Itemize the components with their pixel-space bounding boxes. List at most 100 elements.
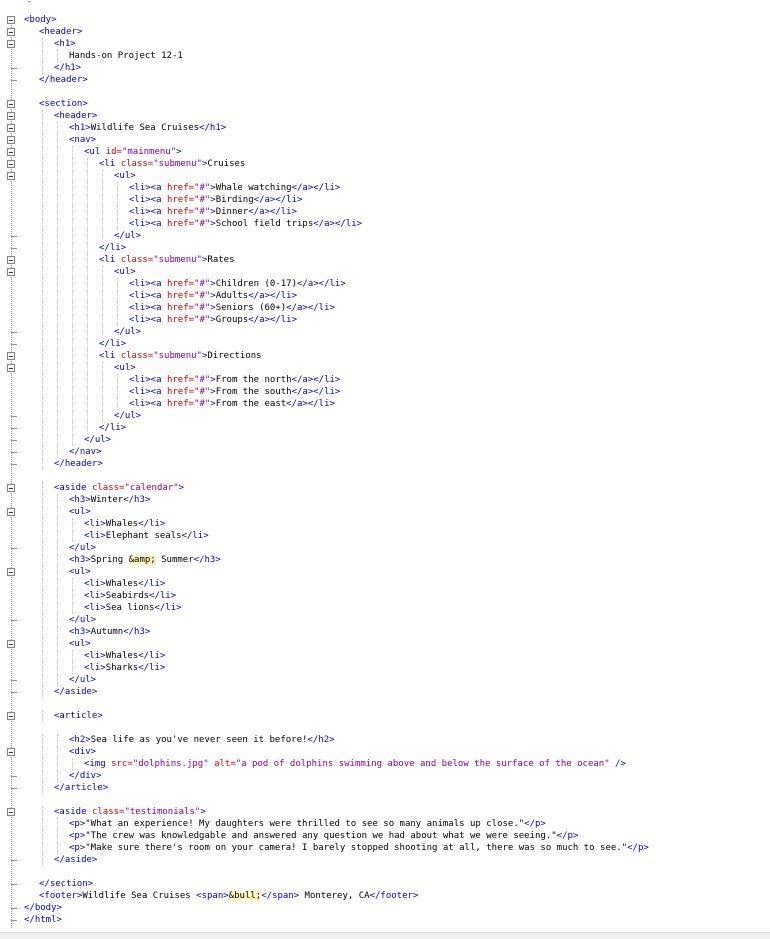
fold-toggle-icon[interactable] (7, 640, 15, 648)
code-line[interactable]: </ul> (69, 614, 96, 626)
code-line[interactable]: <li><a href="#">From the east</a></li> (129, 398, 335, 410)
indent-guide (117, 182, 118, 194)
code-line[interactable]: <p>"Make sure there's room on your camer… (69, 842, 649, 854)
code-line[interactable]: <li class="submenu">Rates (99, 254, 235, 266)
code-line[interactable]: <article> (54, 710, 103, 722)
code-line[interactable]: </ul> (84, 434, 111, 446)
fold-toggle-icon[interactable] (7, 40, 15, 48)
code-token: </a></li> (286, 303, 335, 313)
fold-toggle-icon[interactable] (7, 16, 15, 24)
fold-toggle-icon[interactable] (7, 148, 15, 156)
code-line[interactable]: <ul> (114, 362, 136, 374)
code-line[interactable]: <header> (39, 26, 82, 38)
code-line[interactable]: </nav> (69, 446, 102, 458)
code-line[interactable]: </h1> (54, 62, 81, 74)
code-line[interactable]: </section> (39, 878, 93, 890)
code-line[interactable]: </header> (39, 74, 88, 86)
code-line[interactable]: <aside class="testimonials"> (54, 806, 206, 818)
code-line[interactable]: <li>Seabirds</li> (84, 590, 176, 602)
fold-toggle-icon[interactable] (7, 364, 15, 372)
fold-toggle-icon[interactable] (7, 808, 15, 816)
code-line[interactable]: </body> (24, 902, 62, 914)
code-line[interactable]: <li><a href="#">From the south</a></li> (129, 386, 340, 398)
code-line[interactable]: </html> (24, 914, 62, 926)
code-line[interactable]: <div> (69, 746, 96, 758)
code-line[interactable]: <li>Whales</li> (84, 650, 165, 662)
indent-guide (72, 206, 73, 218)
indent-guide (57, 446, 58, 458)
fold-toggle-icon[interactable] (7, 748, 15, 756)
fold-toggle-icon[interactable] (7, 160, 15, 168)
code-line[interactable]: <h3>Spring &amp; Summer</h3> (69, 554, 221, 566)
code-line[interactable]: <li><a href="#">School field trips</a></… (129, 218, 362, 230)
code-line[interactable]: </ul> (69, 542, 96, 554)
code-line[interactable]: </aside> (54, 854, 97, 866)
code-line[interactable]: <p>"What an experience! My daughters wer… (69, 818, 546, 830)
code-line[interactable]: <aside class="calendar"> (54, 482, 184, 494)
fold-toggle-icon[interactable] (7, 712, 15, 720)
code-line[interactable]: </article> (54, 782, 108, 794)
code-line[interactable]: </li> (99, 422, 126, 434)
code-line[interactable]: <img src="dolphins.jpg" alt="a pod of do… (84, 758, 626, 770)
fold-toggle-icon[interactable] (7, 136, 15, 144)
code-line[interactable]: <li class="submenu">Cruises (99, 158, 245, 170)
fold-toggle-icon[interactable] (7, 268, 15, 276)
code-line[interactable]: <section> (39, 98, 88, 110)
code-line[interactable]: <ul> (69, 638, 91, 650)
code-token: "The crew was knowledgable and answered … (85, 831, 557, 841)
code-line[interactable]: <h2>Sea life as you've never seen it bef… (69, 734, 335, 746)
code-line[interactable]: <li><a href="#">Adults</a></li> (129, 290, 297, 302)
code-line[interactable]: </div> (69, 770, 102, 782)
fold-toggle-icon[interactable] (7, 352, 15, 360)
code-line[interactable]: <body> (24, 14, 57, 26)
code-line[interactable]: <li>Elephant seals</li> (84, 530, 209, 542)
indent-guide (87, 182, 88, 194)
code-editor[interactable]: - <body> <header> <h1> Hands-on Project 12-… (0, 0, 770, 939)
code-line[interactable]: </ul> (114, 410, 141, 422)
fold-toggle-icon[interactable] (7, 508, 15, 516)
code-line[interactable]: </header> (54, 458, 103, 470)
code-line[interactable]: <li><a href="#">Children (0-17)</a></li> (129, 278, 346, 290)
code-line[interactable]: <p>"The crew was knowledgable and answer… (69, 830, 578, 842)
code-token: <div> (69, 747, 97, 757)
code-line[interactable]: </ul> (114, 326, 141, 338)
code-line[interactable]: <h1> (54, 38, 76, 50)
code-line[interactable]: <li>Sharks</li> (84, 662, 165, 674)
code-line[interactable]: <footer>Wildlife Sea Cruises <span>&bull… (39, 890, 418, 902)
code-line[interactable]: <li>Whales</li> (84, 578, 165, 590)
code-line[interactable]: <li><a href="#">Groups</a></li> (129, 314, 297, 326)
code-line[interactable]: <h1>Wildlife Sea Cruises</h1> (69, 122, 226, 134)
code-line[interactable]: <ul id="mainmenu"> (84, 146, 182, 158)
fold-toggle-icon[interactable] (7, 124, 15, 132)
code-line[interactable]: <ul> (69, 506, 91, 518)
code-line[interactable]: <ul> (114, 170, 136, 182)
fold-toggle-icon[interactable] (7, 112, 15, 120)
code-line[interactable]: <nav> (69, 134, 96, 146)
code-line[interactable]: <li>Whales</li> (84, 518, 165, 530)
fold-toggle-icon[interactable] (7, 256, 15, 264)
fold-toggle-icon[interactable] (7, 28, 15, 36)
indent-guide (87, 374, 88, 386)
code-line[interactable]: </li> (99, 338, 126, 350)
code-line[interactable]: <li class="submenu">Directions (99, 350, 262, 362)
fold-toggle-icon[interactable] (7, 568, 15, 576)
code-line[interactable]: </li> (99, 242, 126, 254)
fold-toggle-icon[interactable] (7, 172, 15, 180)
code-line[interactable]: <ul> (114, 266, 136, 278)
code-line[interactable]: </aside> (54, 686, 97, 698)
code-line[interactable]: </ul> (114, 230, 141, 242)
code-line[interactable]: <li>Sea lions</li> (84, 602, 182, 614)
code-line[interactable]: <h3>Winter</h3> (69, 494, 150, 506)
code-line[interactable]: <li><a href="#">From the north</a></li> (129, 374, 340, 386)
code-line[interactable]: Hands-on Project 12-1 (69, 50, 183, 62)
code-line[interactable]: </ul> (69, 674, 96, 686)
code-line[interactable]: <header> (54, 110, 97, 122)
code-line[interactable]: <li><a href="#">Dinner</a></li> (129, 206, 297, 218)
code-line[interactable]: <ul> (69, 566, 91, 578)
code-line[interactable]: <li><a href="#">Seniors (60+)</a></li> (129, 302, 335, 314)
code-line[interactable]: <h3>Autumn</h3> (69, 626, 150, 638)
code-line[interactable]: <li><a href="#">Birding</a></li> (129, 194, 302, 206)
code-line[interactable]: <li><a href="#">Whale watching</a></li> (129, 182, 340, 194)
fold-toggle-icon[interactable] (7, 100, 15, 108)
fold-toggle-icon[interactable] (7, 484, 15, 492)
